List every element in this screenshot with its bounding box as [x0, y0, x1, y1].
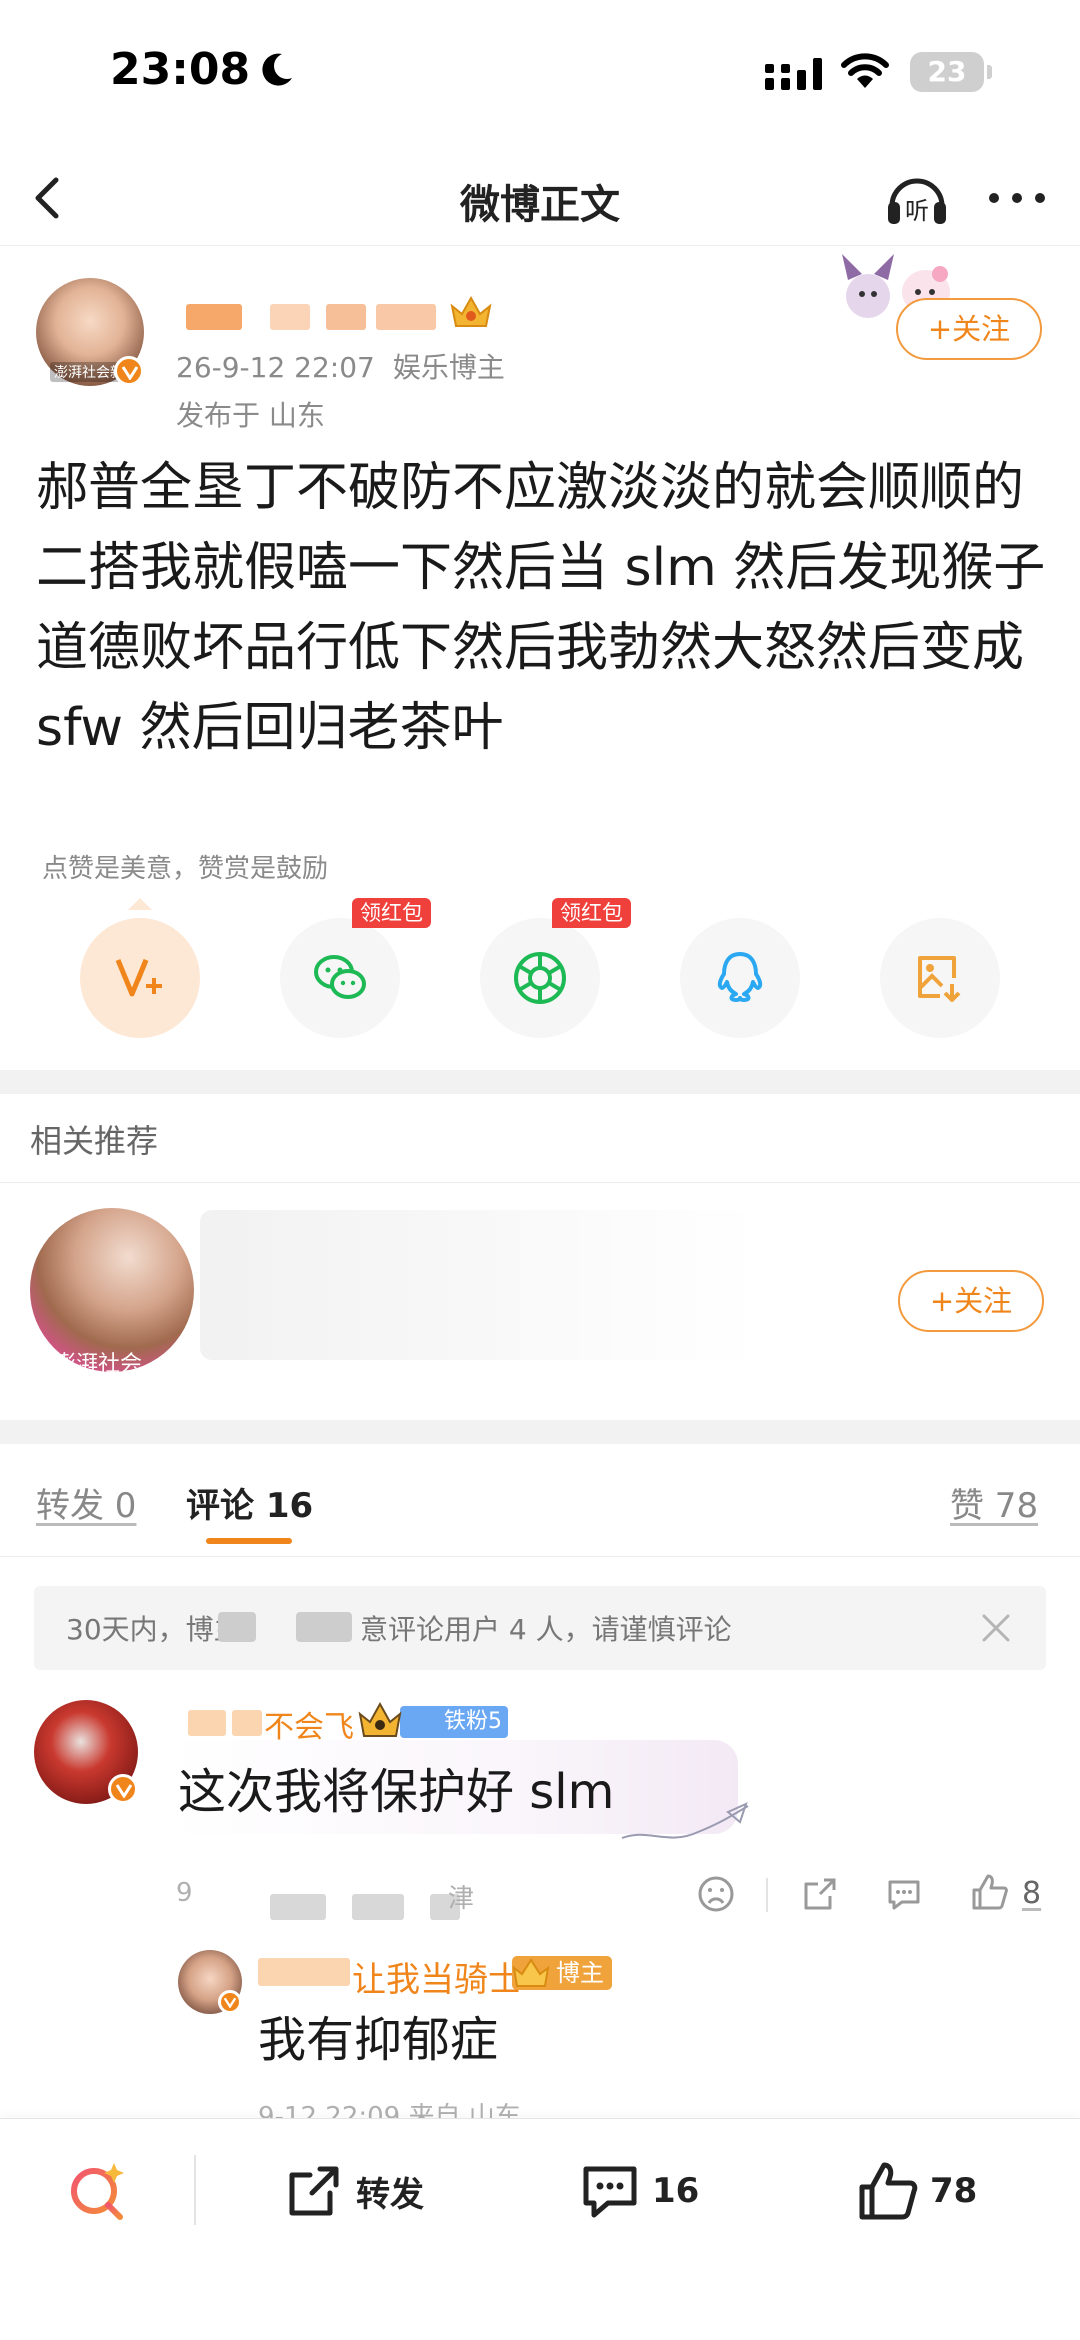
moon-icon [262, 53, 292, 86]
divider [0, 1556, 1080, 1557]
qq-icon [717, 952, 763, 1002]
section-divider [0, 1420, 1080, 1444]
wechat-icon [314, 955, 366, 999]
signal-icon [765, 58, 822, 90]
post-meta: 26-9-12 22:07 娱乐博主 [176, 346, 505, 386]
divider [0, 1182, 1080, 1183]
tab-comment[interactable]: 评论 16 [186, 1478, 313, 1527]
tab-repost[interactable]: 转发 0 [36, 1478, 136, 1527]
comment-meta-end: 津 [448, 1884, 475, 1914]
repost-icon[interactable] [800, 1874, 840, 1914]
listen-label: 听 [905, 197, 929, 225]
bar-separator [194, 2155, 196, 2225]
notice-text-end: 意评论用户 4 人，请谨慎评论 [360, 1613, 732, 1646]
like-button[interactable]: 78 [856, 2159, 977, 2223]
battery-indicator: 23 [910, 52, 992, 92]
name-redacted [258, 1958, 350, 1986]
related-user-redacted[interactable] [200, 1210, 760, 1360]
repost-icon [289, 2166, 339, 2216]
status-bar: 23:08 23 [0, 0, 1080, 150]
verified-icon [108, 1774, 138, 1804]
notice-redacted [296, 1612, 352, 1642]
crown-icon [512, 1958, 550, 1987]
wifi-icon [841, 53, 889, 88]
section-divider [0, 1070, 1080, 1094]
crown-icon [450, 295, 492, 327]
author-name-redacted[interactable] [186, 300, 466, 334]
reply-avatar[interactable] [178, 1950, 242, 2014]
comment-notice: 30天内，博主 意评论用户 4 人，请谨慎评论 [34, 1586, 1046, 1670]
reply-author-name[interactable]: 让我当骑士 [352, 1952, 522, 2001]
comment-count: 16 [652, 2171, 700, 2211]
meta-redacted [352, 1894, 404, 1920]
related-follow-button[interactable]: +关注 [898, 1270, 1044, 1332]
status-time: 23:08 [110, 44, 251, 95]
repost-label: 转发 [356, 2174, 424, 2215]
post-timestamp: 26-9-12 22:07 [176, 351, 375, 384]
like-icon[interactable] [970, 1872, 1010, 1912]
ai-search-icon[interactable] [62, 2155, 134, 2227]
save-image-button[interactable] [880, 918, 1000, 1038]
notice-redacted [218, 1612, 256, 1642]
name-redacted [188, 1710, 226, 1736]
action-separator [766, 1878, 768, 1912]
commenter-avatar[interactable] [34, 1700, 138, 1804]
like-count: 78 [930, 2171, 978, 2211]
share-row: 领红包 领红包 [0, 898, 1080, 1038]
red-packet-tag: 领红包 [352, 898, 431, 928]
post-body: 郝普全垦丁不破防不应激淡淡的就会顺顺的二搭我就假嗑一下然后当 slm 然后发现猴… [36, 458, 1046, 758]
verified-icon [218, 1990, 242, 2014]
nav-bar: 微博正文 听 [0, 150, 1080, 246]
vplus-icon [115, 959, 162, 997]
name-redacted [232, 1710, 262, 1736]
author-tag: 娱乐博主 [392, 351, 505, 384]
active-tab-indicator [206, 1538, 292, 1544]
post-location: 发布于 山东 [176, 399, 325, 432]
save-image-icon [918, 956, 961, 1002]
more-icon[interactable] [982, 180, 1052, 216]
like-icon [859, 2162, 918, 2220]
comment-icon [583, 2166, 637, 2218]
headphones-icon[interactable]: 听 [882, 164, 952, 234]
comment-meta-start: 9 [176, 1878, 193, 1908]
tab-like[interactable]: 赞 78 [950, 1478, 1038, 1527]
comment-like-count[interactable]: 8 [1022, 1876, 1041, 1911]
moments-icon [514, 952, 566, 1004]
meta-redacted [270, 1894, 326, 1920]
verified-icon [114, 356, 144, 386]
reward-button[interactable] [80, 918, 200, 1038]
reply-text: 我有抑郁症 [258, 2012, 499, 2068]
share-qq-button[interactable] [680, 918, 800, 1038]
share-wechat-button[interactable]: 领红包 [280, 898, 431, 1038]
fan-badge: 铁粉5 [400, 1706, 508, 1738]
follow-button[interactable]: +关注 [896, 298, 1042, 360]
crown-icon [358, 1701, 402, 1737]
bottom-action-bar: 转发 16 78 [0, 2118, 1080, 2340]
related-avatar[interactable]: 澎湃社会 [30, 1208, 194, 1372]
red-packet-tag: 领红包 [552, 898, 631, 928]
bubble-decoration-icon [621, 1802, 749, 1839]
author-avatar[interactable]: 澎湃社会新 [36, 278, 144, 386]
reward-hint: 点赞是美意，赞赏是鼓励 [42, 854, 329, 884]
comment-text: 这次我将保护好 slm [178, 1764, 615, 1820]
sad-face-icon[interactable] [696, 1874, 736, 1914]
comment-icon[interactable] [884, 1874, 924, 1914]
share-moments-button[interactable]: 领红包 [480, 898, 631, 1038]
related-avatar-caption: 澎湃社会 [54, 1352, 143, 1372]
notice-text-start: 30天内，博主 [66, 1613, 242, 1646]
close-icon[interactable] [974, 1606, 1018, 1650]
related-title: 相关推荐 [30, 1122, 159, 1160]
hint-pointer [128, 898, 152, 910]
repost-button[interactable]: 转发 [282, 2159, 424, 2223]
comment-button[interactable]: 16 [578, 2159, 699, 2223]
